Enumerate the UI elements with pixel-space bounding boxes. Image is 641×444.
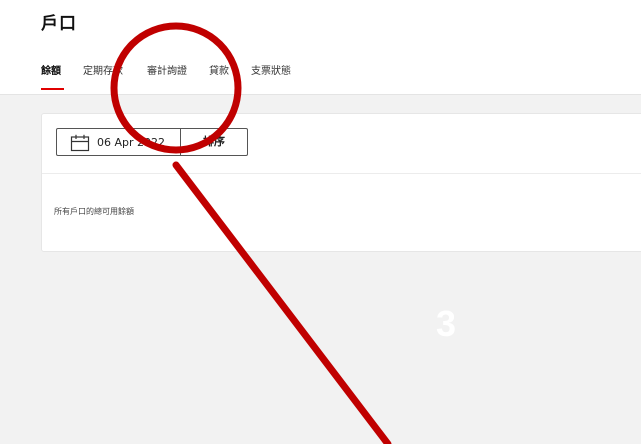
tab-balance[interactable]: 餘額: [41, 62, 61, 77]
balance-card: 06 Apr 2022 排序 所有戶口的總可用餘額: [41, 113, 641, 252]
active-tab-indicator: [41, 88, 64, 90]
page-title: 戶口: [41, 14, 77, 34]
selected-date: 06 Apr 2022: [97, 136, 166, 149]
page-header: 戶口 餘額 定期存款 審計詢證 貸款 支票狀態: [0, 0, 641, 95]
calendar-icon: [70, 134, 90, 152]
tab-audit-confirmation[interactable]: 審計詢證: [147, 62, 187, 77]
tab-loans[interactable]: 貸款: [209, 62, 229, 77]
step-number-label: 3: [436, 303, 457, 344]
tab-cheque-status[interactable]: 支票狀態: [251, 62, 291, 77]
sort-button[interactable]: 排序: [180, 128, 248, 156]
date-picker-button[interactable]: 06 Apr 2022: [56, 128, 181, 156]
tab-fixed-deposit[interactable]: 定期存款: [83, 62, 123, 77]
card-toolbar: 06 Apr 2022 排序: [42, 114, 641, 174]
total-available-balance-label: 所有戶口的總可用餘額: [54, 207, 134, 216]
